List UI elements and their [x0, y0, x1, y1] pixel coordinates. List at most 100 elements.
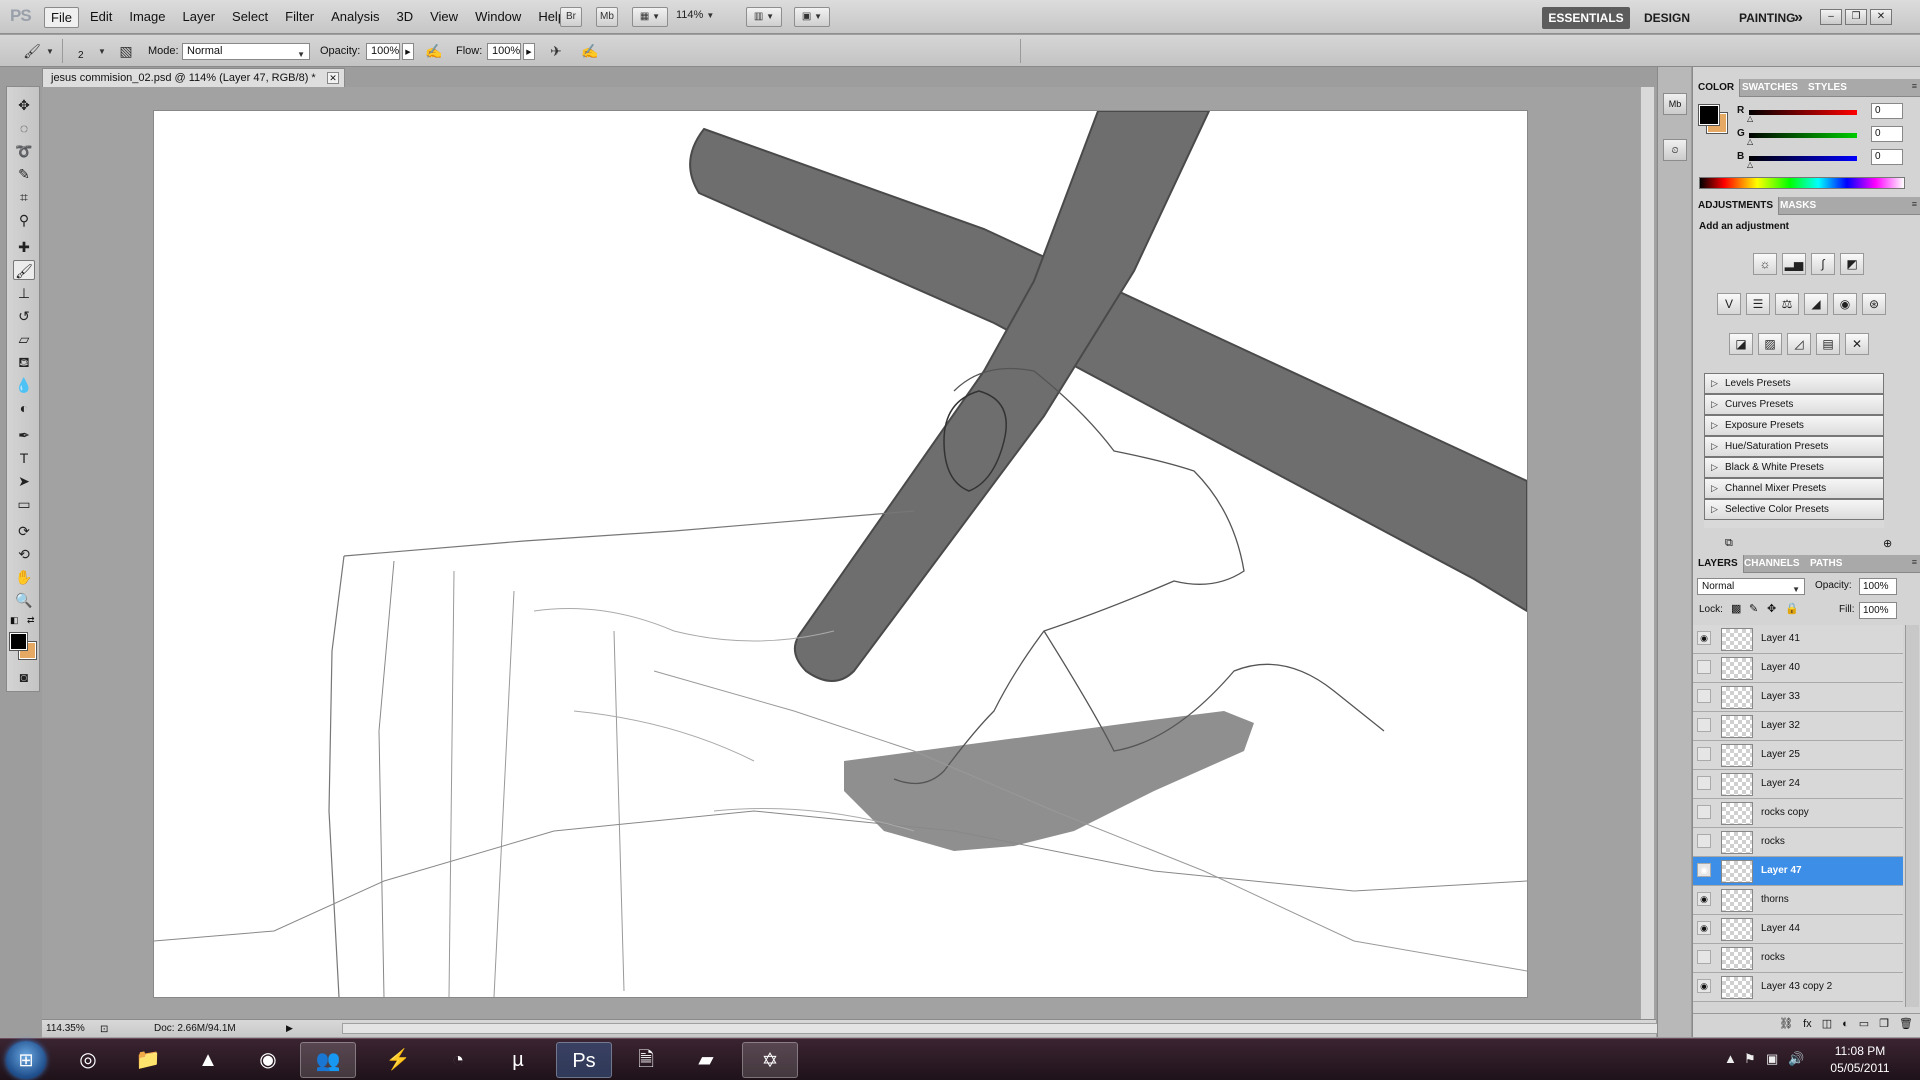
brush-size-value[interactable]: 2 [78, 50, 84, 61]
volume-icon[interactable]: 🔊 [1788, 1051, 1804, 1067]
menu-3d[interactable]: 3D [390, 7, 419, 28]
visibility-eye-icon[interactable]: ◉ [1697, 892, 1711, 906]
path-select-tool[interactable]: ➤ [13, 471, 35, 491]
dodge-tool[interactable]: ◐ [13, 398, 35, 418]
selective-color-button[interactable]: ✕ [1845, 333, 1869, 355]
blue-value-input[interactable]: 0 [1871, 149, 1903, 165]
taskbar-eraser-app[interactable]: ▰ [678, 1042, 734, 1078]
tab-color[interactable]: COLOR [1693, 79, 1741, 97]
layer-row-selected[interactable]: ◉ Layer 47 [1693, 857, 1903, 886]
menu-filter[interactable]: Filter [279, 7, 320, 28]
opacity-input[interactable]: 100% [366, 43, 400, 60]
minimize-button[interactable]: – [1820, 9, 1842, 25]
threshold-button[interactable]: ◿ [1787, 333, 1811, 355]
red-channel-slider[interactable]: R △ 0 [1737, 103, 1917, 123]
visibility-toggle[interactable] [1697, 776, 1711, 790]
brush-preset-picker[interactable]: 🖌 [22, 42, 42, 60]
close-button[interactable]: ✕ [1870, 9, 1892, 25]
red-gradient-bar[interactable] [1749, 110, 1857, 115]
menu-analysis[interactable]: Analysis [325, 7, 385, 28]
quick-select-tool[interactable]: ✎ [13, 164, 35, 184]
black-white-button[interactable]: ◢ [1804, 293, 1828, 315]
visibility-toggle[interactable] [1697, 660, 1711, 674]
visibility-eye-icon[interactable]: ◉ [1697, 631, 1711, 645]
menu-file[interactable]: File [44, 7, 79, 28]
tab-masks[interactable]: MASKS [1775, 197, 1821, 215]
add-mask-icon[interactable]: ◫ [1822, 1014, 1832, 1035]
posterize-button[interactable]: ▨ [1758, 333, 1782, 355]
paint-bucket-tool[interactable]: ⛾ [13, 352, 35, 372]
lock-position-icon[interactable]: ✥ [1767, 602, 1776, 615]
visibility-toggle[interactable] [1697, 689, 1711, 703]
slider-thumb-icon[interactable]: △ [1747, 160, 1753, 169]
type-tool[interactable]: T [13, 448, 35, 468]
gradient-map-button[interactable]: ▤ [1816, 333, 1840, 355]
tab-paths[interactable]: PATHS [1805, 555, 1847, 573]
menu-layer[interactable]: Layer [177, 7, 222, 28]
taskbar-notepad[interactable]: 🗎 [618, 1042, 674, 1078]
chevron-down-icon[interactable]: ▼ [98, 47, 106, 56]
eraser-tool[interactable]: ▱ [13, 329, 35, 349]
color-panel-foreground-swatch[interactable] [1698, 104, 1720, 126]
layer-opacity-input[interactable]: 100% [1859, 578, 1897, 595]
channel-mixer-button[interactable]: ⊛ [1862, 293, 1886, 315]
zoom-status-field[interactable]: 114.35% [46, 1020, 85, 1037]
eyedropper-tool[interactable]: ⚲ [13, 210, 35, 230]
screen-mode-button[interactable]: ▣ ▼ [794, 7, 830, 27]
layers-scrollbar[interactable] [1905, 625, 1919, 1007]
3d-orbit-tool[interactable]: ⟲ [13, 544, 35, 564]
photo-filter-button[interactable]: ◉ [1833, 293, 1857, 315]
brightness-contrast-button[interactable]: ☼ [1753, 253, 1777, 275]
green-channel-slider[interactable]: G △ 0 [1737, 126, 1917, 146]
horizontal-scrollbar[interactable] [342, 1023, 1672, 1034]
taskbar-steam[interactable]: ◔ [430, 1042, 486, 1078]
workspace-essentials-button[interactable]: ESSENTIALS [1542, 7, 1630, 29]
default-colors-icon[interactable]: ◧ [10, 615, 19, 626]
color-spectrum-ramp[interactable] [1699, 177, 1905, 189]
document-tab[interactable]: jesus commision_02.psd @ 114% (Layer 47,… [42, 68, 345, 87]
preset-hue-saturation[interactable]: ▷ Hue/Saturation Presets [1704, 436, 1884, 457]
marquee-tool[interactable]: ◌ [13, 118, 35, 138]
trash-icon[interactable]: 🗑 [1899, 1014, 1913, 1035]
invert-button[interactable]: ◪ [1729, 333, 1753, 355]
blue-channel-slider[interactable]: B △ 0 [1737, 149, 1917, 169]
vibrance-button[interactable]: V [1717, 293, 1741, 315]
color-balance-button[interactable]: ⚖ [1775, 293, 1799, 315]
bridge-button[interactable]: Br [560, 7, 582, 27]
airbrush-toggle[interactable]: ✈ [546, 42, 566, 60]
arrange-documents-button[interactable]: ▥ ▼ [746, 7, 782, 27]
menu-image[interactable]: Image [123, 7, 171, 28]
layer-row[interactable]: ◉ Layer 43 copy 2 [1693, 973, 1903, 1002]
tablet-size-toggle[interactable]: ✍ [580, 42, 600, 60]
visibility-eye-icon[interactable]: ◉ [1697, 979, 1711, 993]
tab-channels[interactable]: CHANNELS [1739, 555, 1805, 573]
slider-thumb-icon[interactable]: △ [1747, 114, 1753, 123]
layer-fill-input[interactable]: 100% [1859, 602, 1897, 619]
menu-select[interactable]: Select [226, 7, 274, 28]
tab-adjustments[interactable]: ADJUSTMENTS [1693, 197, 1780, 215]
preset-selective-color[interactable]: ▷ Selective Color Presets [1704, 499, 1884, 520]
taskbar-star-app[interactable]: ✡ [742, 1042, 798, 1078]
layer-row[interactable]: ◉ Layer 44 [1693, 915, 1903, 944]
link-layers-icon[interactable]: ⛓ [1779, 1014, 1793, 1035]
vertical-scrollbar[interactable] [1640, 87, 1654, 1019]
brush-tool[interactable]: 🖌 [13, 260, 35, 280]
preset-exposure[interactable]: ▷ Exposure Presets [1704, 415, 1884, 436]
minibridge-button[interactable]: Mb [596, 7, 618, 27]
status-menu-arrow[interactable]: ▶ [286, 1020, 293, 1037]
menu-view[interactable]: View [424, 7, 464, 28]
taskbar-winamp[interactable]: ⚡ [370, 1042, 426, 1078]
clip-to-layer-icon[interactable]: ⧉ [1725, 537, 1733, 550]
system-clock[interactable]: 11:08 PM 05/05/2011 [1810, 1043, 1910, 1077]
layer-row[interactable]: ◉ Layer 41 [1693, 625, 1903, 654]
menu-edit[interactable]: Edit [84, 7, 118, 28]
menu-window[interactable]: Window [469, 7, 527, 28]
foreground-color-swatch[interactable] [9, 632, 28, 651]
blue-gradient-bar[interactable] [1749, 156, 1857, 161]
taskbar-explorer[interactable]: 📁 [120, 1042, 176, 1078]
lock-image-icon[interactable]: ✎ [1749, 602, 1758, 615]
history-panel-button[interactable]: ⏲ [1663, 139, 1687, 161]
hand-tool[interactable]: ✋ [13, 567, 35, 587]
layer-row[interactable]: rocks [1693, 944, 1903, 973]
layer-row[interactable]: Layer 32 [1693, 712, 1903, 741]
